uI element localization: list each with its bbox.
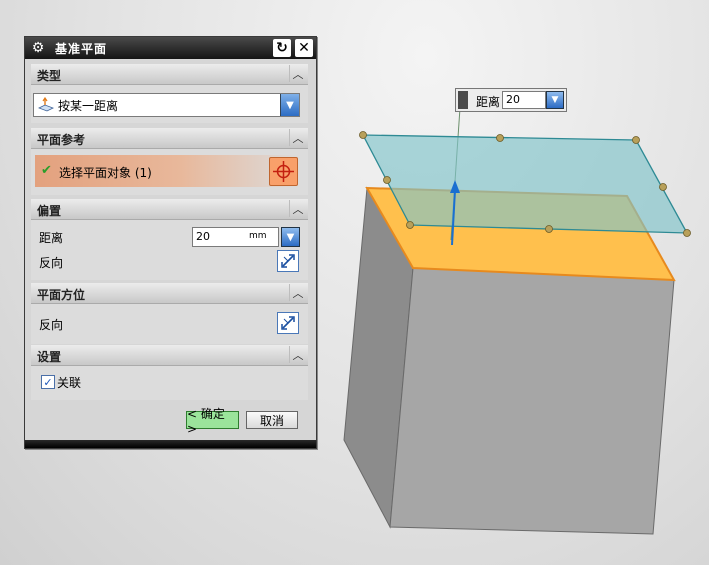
distance-options-button[interactable]: ▼ xyxy=(281,227,300,247)
datum-plane[interactable] xyxy=(361,134,689,234)
plane-handle[interactable] xyxy=(632,136,640,144)
collapse-chevron-icon[interactable]: ︿ xyxy=(289,129,306,146)
dialog-bottom-bar xyxy=(25,440,316,448)
distance-value: 20 xyxy=(196,230,210,243)
section-reference-header[interactable]: 平面参考 ︿ xyxy=(31,128,308,149)
normal-arrow[interactable] xyxy=(451,189,456,246)
chevron-down-icon[interactable]: ▼ xyxy=(280,94,299,116)
section-settings-header[interactable]: 设置 ︿ xyxy=(31,345,308,366)
plane-handle[interactable] xyxy=(496,134,504,142)
normal-arrow-head[interactable] xyxy=(450,180,460,193)
section-type-header[interactable]: 类型 ︿ xyxy=(31,64,308,85)
orientation-reverse-button[interactable] xyxy=(277,312,299,334)
section-orientation-label: 平面方位 xyxy=(37,288,86,302)
plane-handle[interactable] xyxy=(659,183,667,191)
plane-handle[interactable] xyxy=(406,221,414,229)
plane-handle[interactable] xyxy=(383,176,391,184)
section-offset-label: 偏置 xyxy=(37,204,62,218)
dialog-title: 基准平面 xyxy=(55,42,108,56)
type-dropdown-value: 按某一距离 xyxy=(58,99,119,113)
crosshair-icon xyxy=(273,161,294,182)
reset-icon[interactable]: ↻ xyxy=(273,39,291,57)
section-orientation-body xyxy=(31,304,308,344)
floating-distance-label: 距离 xyxy=(476,95,501,109)
section-type-label: 类型 xyxy=(37,69,62,83)
collapse-chevron-icon[interactable]: ︿ xyxy=(289,346,306,363)
box-front-face xyxy=(389,267,675,535)
cancel-button[interactable]: 取消 xyxy=(246,411,298,429)
plane-handle[interactable] xyxy=(683,229,691,237)
collapse-chevron-icon[interactable]: ︿ xyxy=(289,200,306,217)
reverse-direction-icon xyxy=(281,316,295,330)
floating-distance-field[interactable]: 20 xyxy=(502,91,546,109)
box-left-face xyxy=(343,186,414,529)
plane-type-icon xyxy=(38,97,54,112)
box-top-face[interactable] xyxy=(365,186,676,282)
gear-icon[interactable]: ⚙ xyxy=(29,39,47,57)
section-reference-label: 平面参考 xyxy=(37,133,86,147)
datum-plane-dialog: ⚙ 基准平面 ↻ ✕ 类型 ︿ 按某一距离 ▼ 平面参考 ︿ ✔ 选择平面对象 … xyxy=(24,36,317,449)
distance-input[interactable]: 20 mm xyxy=(192,227,279,247)
orientation-reverse-label: 反向 xyxy=(39,318,64,332)
section-orientation-header[interactable]: 平面方位 ︿ xyxy=(31,283,308,304)
ok-button[interactable]: < 确定 > xyxy=(186,407,239,436)
floating-distance-value: 20 xyxy=(506,93,520,106)
plane-handle[interactable] xyxy=(545,225,553,233)
chevron-down-icon[interactable]: ▼ xyxy=(546,91,564,109)
close-icon[interactable]: ✕ xyxy=(295,39,313,57)
collapse-chevron-icon[interactable]: ︿ xyxy=(289,284,306,301)
associative-checkbox[interactable]: ✓ xyxy=(41,375,55,389)
distance-unit: mm xyxy=(249,231,267,241)
check-icon: ✔ xyxy=(41,163,52,178)
section-settings-label: 设置 xyxy=(37,350,62,364)
section-offset-header[interactable]: 偏置 ︿ xyxy=(31,199,308,220)
reverse-direction-icon xyxy=(281,254,295,268)
drag-grip-icon[interactable] xyxy=(458,91,468,109)
floating-distance-input[interactable]: 距离 20 ▼ xyxy=(455,88,567,112)
plane-handles[interactable] xyxy=(359,131,691,237)
collapse-chevron-icon[interactable]: ︿ xyxy=(289,65,306,82)
select-plane-object-label: 选择平面对象 (1) xyxy=(59,166,152,180)
crosshair-select-button[interactable] xyxy=(269,157,298,186)
dialog-titlebar[interactable]: ⚙ 基准平面 ↻ ✕ xyxy=(25,37,316,59)
associative-label: 关联 xyxy=(57,376,82,390)
offset-reverse-label: 反向 xyxy=(39,256,64,270)
offset-reverse-button[interactable] xyxy=(277,250,299,272)
type-dropdown[interactable]: 按某一距离 ▼ xyxy=(33,93,300,117)
select-plane-object-row[interactable]: ✔ 选择平面对象 (1) xyxy=(35,155,300,187)
plane-handle[interactable] xyxy=(359,131,367,139)
distance-label: 距离 xyxy=(39,231,64,245)
leader-line xyxy=(450,107,461,241)
